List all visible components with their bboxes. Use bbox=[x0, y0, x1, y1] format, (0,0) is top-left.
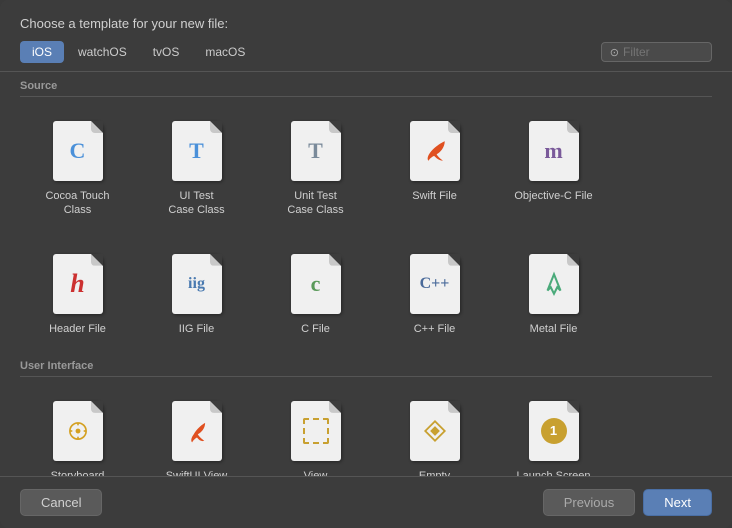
cpp-file-label: C++ File bbox=[414, 322, 456, 336]
ui-test-icon: T bbox=[170, 119, 224, 183]
iig-file-label: IIG File bbox=[179, 322, 214, 336]
cocoa-touch-class-label: Cocoa TouchClass bbox=[45, 189, 109, 218]
swiftui-view-item[interactable]: SwiftUI View bbox=[139, 389, 254, 476]
footer-right: Previous Next bbox=[543, 489, 712, 516]
cpp-file-item[interactable]: C++ C++ File bbox=[377, 242, 492, 344]
storyboard-icon bbox=[51, 399, 105, 463]
filter-input[interactable] bbox=[623, 45, 703, 59]
cpp-file-icon: C++ bbox=[408, 252, 462, 316]
m-letter: m bbox=[544, 138, 562, 164]
tab-tvos[interactable]: tvOS bbox=[141, 41, 192, 63]
c-file-icon: c bbox=[289, 252, 343, 316]
view-dashed-box bbox=[303, 418, 329, 444]
tab-bar: iOSwatchOStvOSmacOS bbox=[20, 41, 257, 63]
ui-section-label: User Interface bbox=[20, 352, 712, 377]
objective-c-icon: m bbox=[527, 119, 581, 183]
empty-icon bbox=[408, 399, 462, 463]
launch-screen-item[interactable]: 1 Launch Screen bbox=[496, 389, 611, 476]
metal-logo bbox=[541, 271, 567, 297]
swiftui-view-icon bbox=[170, 399, 224, 463]
launch-screen-icon: 1 bbox=[527, 399, 581, 463]
header-file-item[interactable]: h Header File bbox=[20, 242, 135, 344]
filter-icon: ⊙ bbox=[610, 46, 619, 59]
c-file-letter: c bbox=[311, 271, 321, 297]
objective-c-label: Objective-C File bbox=[514, 189, 592, 203]
c-file-item[interactable]: c C File bbox=[258, 242, 373, 344]
swift-logo bbox=[422, 138, 448, 164]
t-blue-letter: T bbox=[189, 138, 204, 164]
storyboard-label: Storyboard bbox=[51, 469, 105, 476]
metal-file-item[interactable]: Metal File bbox=[496, 242, 611, 344]
source-row-2: h Header File iig IIG File c bbox=[20, 234, 712, 352]
metal-file-icon bbox=[527, 252, 581, 316]
unit-test-label: Unit TestCase Class bbox=[287, 189, 343, 218]
launch-circle: 1 bbox=[541, 418, 567, 444]
cancel-button[interactable]: Cancel bbox=[20, 489, 102, 516]
tab-ios[interactable]: iOS bbox=[20, 41, 64, 63]
source-row-1: C Cocoa TouchClass T UI TestCase Class bbox=[20, 101, 712, 234]
unit-test-case-class-item[interactable]: T Unit TestCase Class bbox=[258, 109, 373, 226]
cocoa-touch-class-icon: C bbox=[51, 119, 105, 183]
filter-area[interactable]: ⊙ bbox=[601, 42, 712, 62]
new-file-dialog: Choose a template for your new file: iOS… bbox=[0, 0, 732, 528]
objective-c-item[interactable]: m Objective-C File bbox=[496, 109, 611, 226]
view-label: View bbox=[304, 469, 328, 476]
footer: Cancel Previous Next bbox=[0, 476, 732, 528]
unit-test-icon: T bbox=[289, 119, 343, 183]
tab-macos[interactable]: macOS bbox=[193, 41, 257, 63]
ui-test-label: UI TestCase Class bbox=[168, 189, 224, 218]
storyboard-svg bbox=[65, 418, 91, 444]
dialog-title: Choose a template for your new file: bbox=[20, 16, 257, 31]
swift-file-icon bbox=[408, 119, 462, 183]
empty-svg bbox=[422, 418, 448, 444]
h-letter: h bbox=[70, 269, 84, 299]
swift-file-label: Swift File bbox=[412, 189, 457, 203]
previous-button[interactable]: Previous bbox=[543, 489, 636, 516]
launch-screen-label: Launch Screen bbox=[517, 469, 591, 476]
empty-label: Empty bbox=[419, 469, 450, 476]
swift-file-item[interactable]: Swift File bbox=[377, 109, 492, 226]
storyboard-item[interactable]: Storyboard bbox=[20, 389, 135, 476]
ui-row: Storyboard SwiftUI View bbox=[20, 381, 712, 476]
c-letter: C bbox=[70, 138, 86, 164]
swiftui-view-label: SwiftUI View bbox=[166, 469, 228, 476]
cocoa-touch-class-item[interactable]: C Cocoa TouchClass bbox=[20, 109, 135, 226]
cpp-letter: C++ bbox=[420, 275, 450, 293]
c-file-label: C File bbox=[301, 322, 330, 336]
next-button[interactable]: Next bbox=[643, 489, 712, 516]
swiftui-svg bbox=[184, 418, 210, 444]
tab-watchos[interactable]: watchOS bbox=[66, 41, 139, 63]
metal-file-label: Metal File bbox=[530, 322, 578, 336]
t-gray-letter: T bbox=[308, 138, 323, 164]
dialog-header: Choose a template for your new file: iOS… bbox=[0, 0, 732, 72]
empty-item[interactable]: Empty bbox=[377, 389, 492, 476]
view-icon bbox=[289, 399, 343, 463]
iig-file-item[interactable]: iig IIG File bbox=[139, 242, 254, 344]
header-file-label: Header File bbox=[49, 322, 106, 336]
view-item[interactable]: View bbox=[258, 389, 373, 476]
header-file-icon: h bbox=[51, 252, 105, 316]
content-area: Source C Cocoa TouchClass T UI Tes bbox=[0, 72, 732, 476]
iig-file-icon: iig bbox=[170, 252, 224, 316]
ui-test-case-class-item[interactable]: T UI TestCase Class bbox=[139, 109, 254, 226]
source-section-label: Source bbox=[20, 72, 712, 97]
iig-letter: iig bbox=[188, 275, 205, 293]
